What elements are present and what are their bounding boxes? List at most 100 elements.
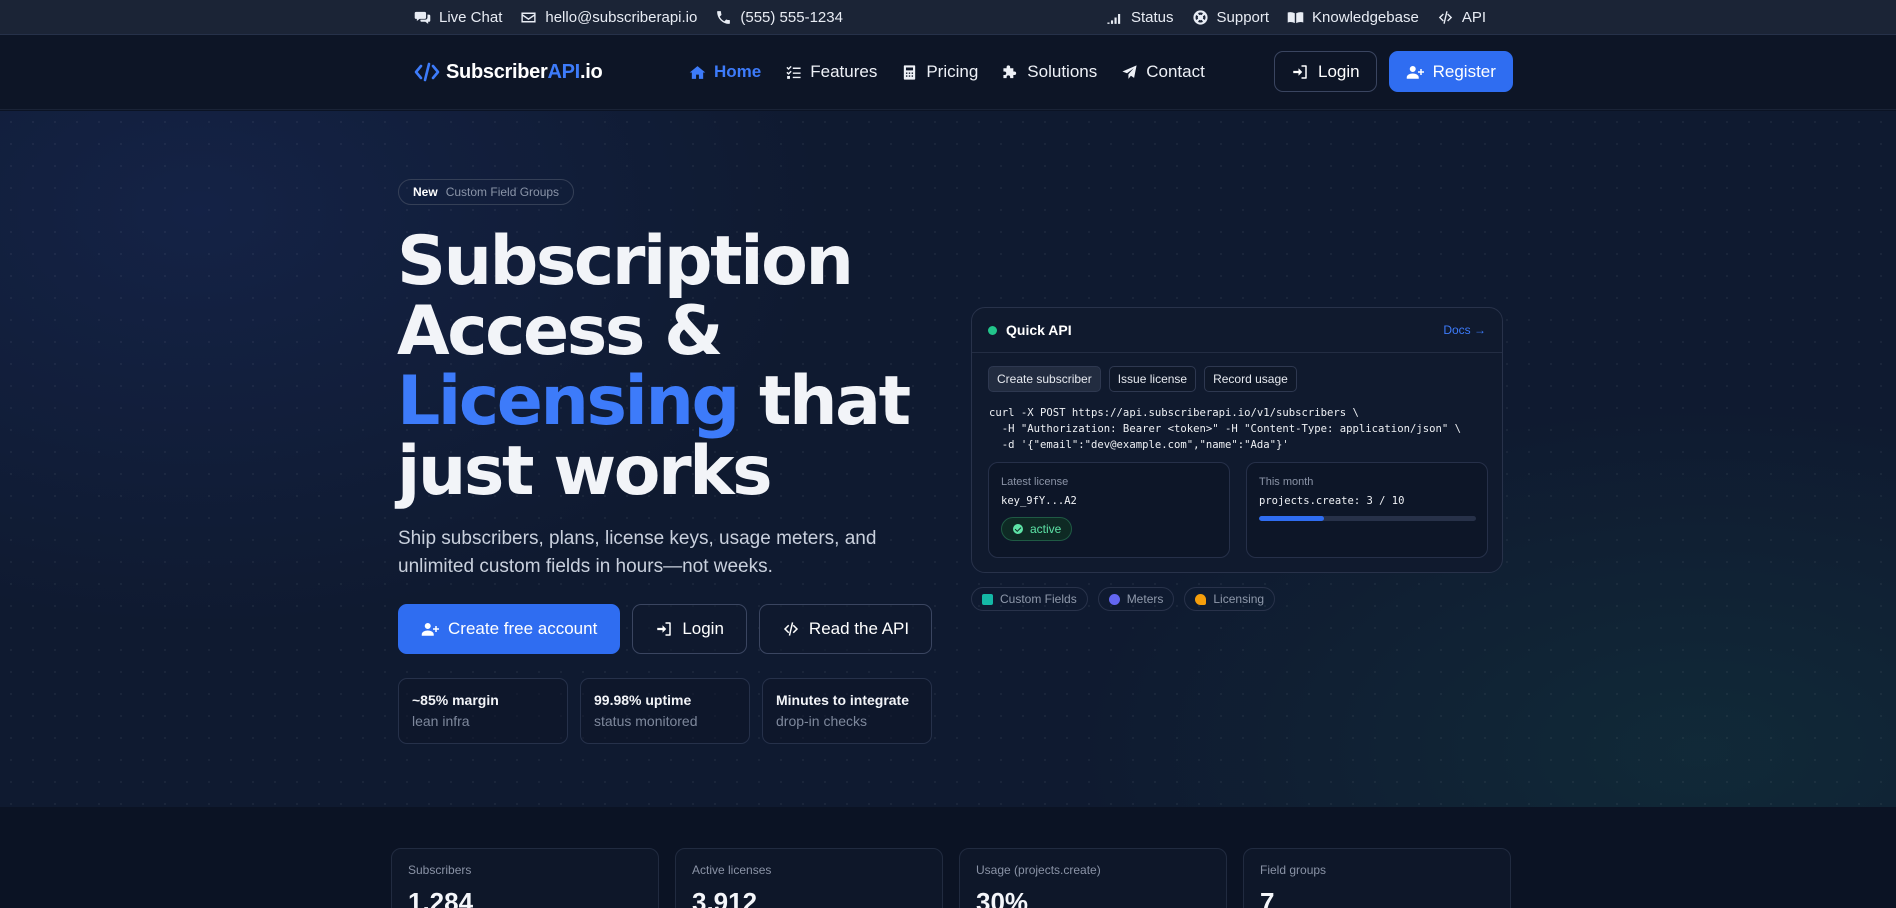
create-account-label: Create free account (448, 619, 598, 638)
phone-label: (555) 555-1234 (740, 9, 843, 26)
nav-item-solutions[interactable]: Solutions (1002, 62, 1097, 82)
phone-icon (717, 11, 731, 24)
stat-card: Minutes to integrate drop-in checks (762, 678, 932, 744)
contact-links: Live Chat hello@subscriberapi.io (555) 5… (414, 9, 843, 26)
feature-chips: Custom Fields Meters Licensing (971, 587, 1276, 611)
register-label: Register (1432, 61, 1496, 81)
login-button[interactable]: Login (1274, 51, 1377, 92)
chip-label: Custom Fields (1000, 592, 1077, 606)
life-ring-icon (1192, 10, 1208, 25)
help-links: Status Support Knowledgebase API (1106, 9, 1486, 26)
latest-license-label: Latest license (1001, 476, 1069, 488)
home-icon (689, 65, 706, 79)
hero-subheading: Ship subscribers, plans, license keys, u… (398, 528, 877, 577)
metric-label: Subscribers (408, 863, 472, 877)
metrics-section: Subscribers 1,284 Active licenses 3,912 … (0, 807, 1896, 908)
tab-issue-license[interactable]: Issue license (1108, 366, 1197, 392)
metric-value: 30% (976, 887, 1029, 908)
calculator-icon (904, 64, 916, 80)
status-badge: active (1001, 517, 1073, 541)
stat-subtitle: drop-in checks (776, 713, 868, 729)
quick-api-header: Quick API Docs → (972, 308, 1502, 353)
main-navbar: SubscriberAPI.io Home Features Pricing S… (0, 35, 1896, 110)
user-plus-icon (1406, 65, 1424, 79)
login-label: Login (1318, 61, 1360, 81)
chip-label: Meters (1126, 592, 1164, 606)
code-snippet[interactable]: curl -X POST https://api.subscriberapi.i… (989, 405, 1461, 453)
status-link[interactable]: Status (1106, 9, 1174, 26)
metric-value: 1,284 (408, 887, 474, 908)
hero-login-label: Login (682, 619, 724, 638)
stat-title: ~85% margin (412, 692, 499, 708)
metric-value: 3,912 (692, 887, 758, 908)
nav-item-label: Home (714, 62, 762, 81)
brand-logo[interactable]: SubscriberAPI.io (414, 59, 603, 85)
envelope-icon (521, 12, 536, 23)
chip-meters: Meters (1097, 587, 1175, 611)
nav-item-label: Contact (1146, 62, 1205, 81)
list-check-icon (786, 65, 801, 79)
knowledgebase-label: Knowledgebase (1312, 9, 1419, 26)
create-account-button[interactable]: Create free account (398, 604, 621, 654)
nav-item-label: Features (810, 62, 878, 81)
api-label: API (1461, 9, 1486, 26)
live-chat-label: Live Chat (439, 9, 503, 26)
book-open-icon (1287, 12, 1304, 24)
read-api-button[interactable]: Read the API (758, 604, 933, 654)
usage-progress-bar (1259, 516, 1476, 521)
stat-title: 99.98% uptime (594, 692, 692, 708)
paper-plane-icon (1122, 64, 1137, 79)
quick-api-title-text: Quick API (1006, 322, 1072, 338)
hero-section: New Custom Field Groups Subscription Acc… (0, 111, 1896, 807)
hero-login-button[interactable]: Login (632, 604, 747, 654)
top-utility-bar: Live Chat hello@subscriberapi.io (555) 5… (0, 0, 1896, 35)
gauge-icon (1108, 593, 1120, 605)
this-month-usage: projects.create: 3 / 10 (1259, 495, 1405, 507)
brand-name: SubscriberAPI.io (446, 60, 603, 83)
email-link[interactable]: hello@subscriberapi.io (520, 9, 697, 26)
metric-value: 7 (1260, 887, 1275, 908)
nav-item-home[interactable]: Home (689, 62, 761, 82)
pill-feature-text: Custom Field Groups (445, 185, 560, 199)
top-utility-bar-inner: Live Chat hello@subscriberapi.io (555) 5… (414, 0, 1486, 35)
email-label: hello@subscriberapi.io (545, 9, 698, 26)
headline-accent: Licensing (397, 362, 740, 441)
user-plus-icon (421, 623, 439, 636)
announcement-pill[interactable]: New Custom Field Groups (398, 179, 575, 205)
checkbox-icon (982, 593, 993, 605)
api-link[interactable]: API (1437, 9, 1486, 26)
status-badge-label: active (1030, 522, 1062, 536)
stat-subtitle: status monitored (594, 713, 698, 729)
phone-link[interactable]: (555) 555-1234 (715, 9, 843, 26)
nav-item-features[interactable]: Features (785, 62, 877, 82)
support-link[interactable]: Support (1192, 9, 1269, 26)
hero-stats: ~85% margin lean infra 99.98% uptime sta… (398, 678, 932, 744)
nav-item-contact[interactable]: Contact (1121, 62, 1205, 82)
status-dot-icon (988, 325, 997, 335)
nav-actions: Login Register (1274, 51, 1513, 92)
key-icon (1195, 593, 1207, 605)
headline-line-1: Subscription (397, 222, 854, 301)
quick-api-title: Quick API (988, 322, 1072, 338)
pill-new-badge: New (413, 185, 438, 199)
code-icon (1438, 11, 1452, 24)
tab-create-subscriber[interactable]: Create subscriber (988, 366, 1101, 392)
docs-link[interactable]: Docs → (1443, 323, 1486, 337)
nav-item-pricing[interactable]: Pricing (901, 62, 978, 82)
stat-card: ~85% margin lean infra (398, 678, 568, 744)
live-chat-link[interactable]: Live Chat (414, 9, 502, 26)
quick-api-card: Quick API Docs → Create subscriber Issue… (971, 307, 1503, 573)
metric-label: Active licenses (692, 863, 772, 877)
knowledgebase-link[interactable]: Knowledgebase (1287, 9, 1419, 26)
this-month-label: This month (1259, 476, 1314, 488)
nav-item-label: Solutions (1027, 62, 1098, 81)
this-month-panel: This month projects.create: 3 / 10 (1246, 462, 1488, 558)
api-tabs: Create subscriber Issue license Record u… (988, 366, 1297, 392)
metric-card: Field groups 7 (1243, 848, 1511, 908)
code-icon (414, 62, 440, 82)
chat-icon (414, 11, 431, 24)
puzzle-icon (1003, 64, 1017, 78)
tab-record-usage[interactable]: Record usage (1204, 366, 1297, 392)
metric-label: Field groups (1260, 863, 1327, 877)
register-button[interactable]: Register (1388, 51, 1513, 92)
